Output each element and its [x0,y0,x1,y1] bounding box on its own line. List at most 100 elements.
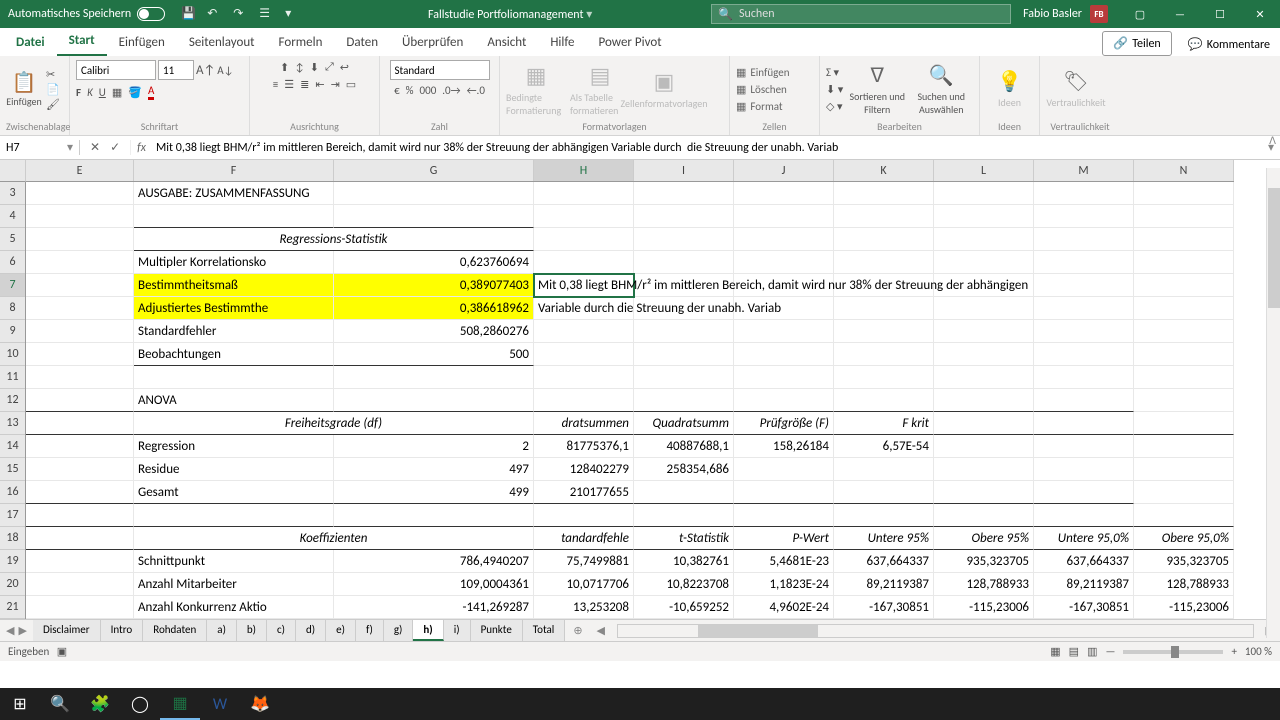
delete-cells-button[interactable]: ▦ Löschen [736,82,790,97]
cell-K5[interactable] [834,228,934,251]
sheet-tab-Rohdaten[interactable]: Rohdaten [143,620,207,641]
spreadsheet-grid[interactable]: EFGHIJKLMN 34567891011121314151617181920… [0,160,1280,619]
maximize-button[interactable]: ☐ [1200,0,1240,28]
row-header-18[interactable]: 18 [0,527,25,550]
comments-button[interactable]: 💬 Kommentare [1178,33,1280,56]
cell-I20[interactable]: 10,8223708 [634,573,734,596]
cell-M9[interactable] [1034,320,1134,343]
cell-M19[interactable]: 637,664337 [1034,550,1134,573]
merge-icon[interactable]: ▭ [346,78,356,91]
start-button[interactable]: ⊞ [0,688,40,720]
cell-I15[interactable]: 258354,686 [634,458,734,481]
cell-G14[interactable]: 2 [334,435,534,458]
cell-J17[interactable] [734,504,834,527]
horizontal-scrollbar[interactable] [617,624,1254,638]
font-color-icon[interactable]: A [148,84,154,100]
cell-G19[interactable]: 786,4940207 [334,550,534,573]
cell-N21[interactable]: -115,23006 [1134,596,1234,619]
inc-decimal-icon[interactable]: .0→ [442,84,460,97]
align-left-icon[interactable]: ≡ [273,78,278,91]
cell-E6[interactable] [26,251,134,274]
autosave-toggle[interactable]: Automatisches Speichern [0,7,173,21]
tab-help[interactable]: Hilfe [538,29,586,56]
percent-icon[interactable]: % [406,84,414,97]
toggle-switch-icon[interactable] [137,7,165,21]
cell-N9[interactable] [1134,320,1234,343]
tab-view[interactable]: Ansicht [475,29,538,56]
ideas-button[interactable]: 💡Ideen [986,69,1033,109]
vertical-scrollbar[interactable] [1266,168,1280,638]
sheet-tab-Punkte[interactable]: Punkte [471,620,523,641]
cell-F7[interactable]: Bestimmtheitsmaß [134,274,334,297]
cell-N13[interactable] [1134,412,1234,435]
name-box[interactable]: H7▾ [0,140,80,155]
sheet-tab-i)[interactable]: i) [444,620,471,641]
cell-I16[interactable] [634,481,734,504]
cell-N7[interactable] [1134,274,1234,297]
cell-N11[interactable] [1134,366,1234,389]
cell-J10[interactable] [734,343,834,366]
tab-layout[interactable]: Seitenlayout [177,29,267,56]
row-header-3[interactable]: 3 [0,182,25,205]
border-icon[interactable]: ▦ [112,86,122,99]
wrap-text-icon[interactable]: ↩ [340,61,349,74]
row-header-13[interactable]: 13 [0,412,25,435]
cell-E12[interactable] [26,389,134,412]
sort-filter-button[interactable]: ᐁSortieren und Filtern [847,63,907,116]
cell-H5[interactable] [534,228,634,251]
cell-H15[interactable]: 128402279 [534,458,634,481]
sheet-nav-prev-icon[interactable]: ◀ [6,624,14,637]
cell-N18[interactable]: Obere 95,0% [1134,527,1234,550]
select-all-button[interactable] [0,160,26,182]
cell-E14[interactable] [26,435,134,458]
cell-F21[interactable]: Anzahl Konkurrenz Aktio [134,596,334,619]
cell-H9[interactable] [534,320,634,343]
cell-H6[interactable] [534,251,634,274]
cell-E16[interactable] [26,481,134,504]
cell-K18[interactable]: Untere 95% [834,527,934,550]
col-header-K[interactable]: K [834,160,934,181]
cell-M5[interactable] [1034,228,1134,251]
user-account[interactable]: Fabio Basler FB [1011,5,1120,23]
cell-I10[interactable] [634,343,734,366]
fill-icon[interactable]: ⬇ ▾ [826,83,843,96]
cell-M7[interactable] [1034,274,1134,297]
cell-L17[interactable] [934,504,1034,527]
cell-K13[interactable]: F krit [834,412,934,435]
cell-G15[interactable]: 497 [334,458,534,481]
macro-record-icon[interactable]: ▣ [57,645,67,658]
cell-K8[interactable] [834,297,934,320]
ribbon-options-icon[interactable]: ▢ [1120,0,1160,28]
cell-E10[interactable] [26,343,134,366]
cell-G6[interactable]: 0,623760694 [334,251,534,274]
row-header-6[interactable]: 6 [0,251,25,274]
cell-E19[interactable] [26,550,134,573]
cell-N16[interactable] [1134,481,1234,504]
cell-N4[interactable] [1134,205,1234,228]
cell-J15[interactable] [734,458,834,481]
cell-K21[interactable]: -167,30851 [834,596,934,619]
cut-icon[interactable]: ✂ [46,68,60,81]
cell-I17[interactable] [634,504,734,527]
cell-H11[interactable] [534,366,634,389]
cell-N19[interactable]: 935,323705 [1134,550,1234,573]
cell-M12[interactable] [1034,389,1134,412]
cell-L21[interactable]: -115,23006 [934,596,1034,619]
cell-K4[interactable] [834,205,934,228]
cell-H17[interactable] [534,504,634,527]
align-center-icon[interactable]: ☰ [284,78,294,91]
paste-button[interactable]: 📋Einfügen [6,65,42,113]
row-header-5[interactable]: 5 [0,228,25,251]
cell-K16[interactable] [834,481,934,504]
cell-I12[interactable] [634,389,734,412]
number-format-input[interactable] [390,60,490,80]
cell-N5[interactable] [1134,228,1234,251]
sheet-tab-Total[interactable]: Total [523,620,566,641]
cell-E3[interactable] [26,182,134,205]
cell-N8[interactable] [1134,297,1234,320]
row-header-11[interactable]: 11 [0,366,25,389]
cell-F4[interactable] [134,205,334,228]
cell-J12[interactable] [734,389,834,412]
app-icon-1[interactable]: 🧩 [80,688,120,720]
cell-G16[interactable]: 499 [334,481,534,504]
